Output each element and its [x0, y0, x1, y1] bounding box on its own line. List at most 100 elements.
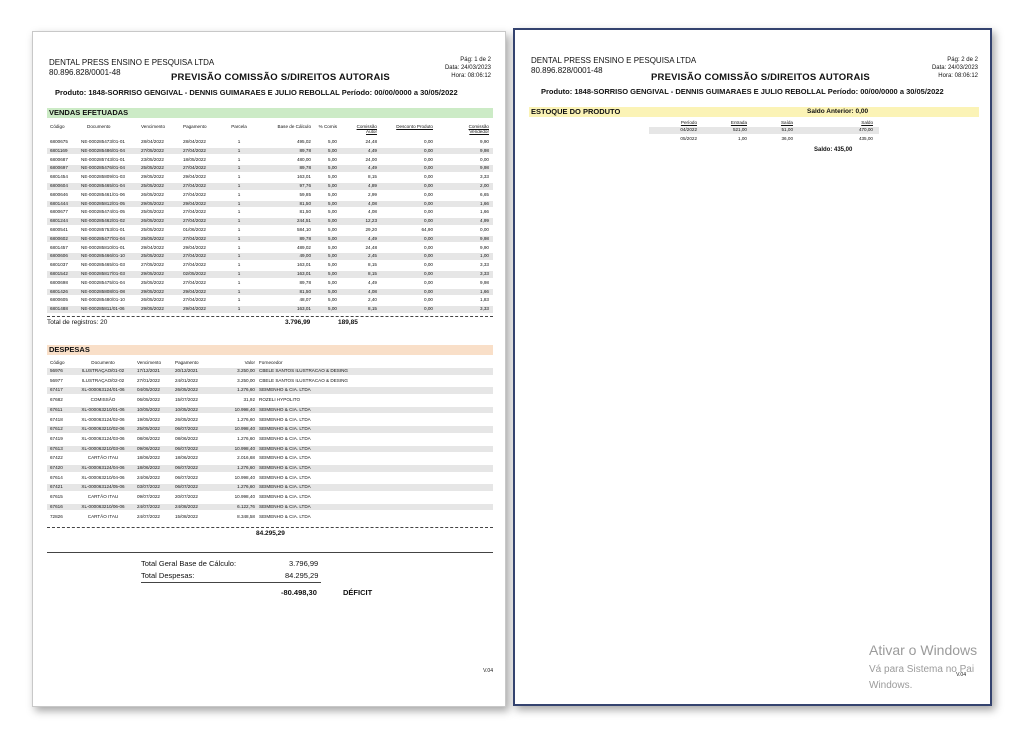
table-cell: 27/04/2022: [183, 183, 206, 188]
table-cell: 20/12/2021: [175, 368, 198, 373]
table-cell: 67613: [50, 445, 63, 451]
table-cell: 31,92: [243, 397, 256, 403]
table-cell: 64,90: [421, 227, 434, 232]
table-cell: NE-000285480/01-10: [81, 297, 125, 303]
table-cell: NE-000285461/01-06: [81, 191, 125, 197]
table-cell: 6800675: [50, 139, 68, 144]
table-cell: 56977: [50, 377, 63, 383]
table-cell: XL-000063210/02-06: [81, 426, 125, 432]
table-row: 6801457 NE-000285810/01-01 29/04/2022 29/04…: [47, 245, 493, 252]
table-cell: SEIMENHO & CIA. LTDA: [259, 474, 311, 480]
table-cell: 163,01: [296, 306, 311, 312]
summary-despesas-label: Total Despesas:: [141, 571, 195, 580]
table-cell: 06/07/2022: [175, 484, 198, 490]
table-cell: 5,00: [328, 174, 337, 180]
table-cell: 8,15: [368, 262, 377, 268]
table-cell: SEIMENHO & CIA. LTDA: [259, 494, 311, 500]
column-header: Fornecedor: [259, 360, 283, 365]
table-cell: 17/12/2021: [137, 368, 160, 373]
table-cell: NE-000285486/01-04: [81, 147, 125, 153]
table-cell: 1: [237, 218, 241, 224]
table-cell: 27/05/2022: [141, 147, 164, 153]
table-row: 6801488 NE-000285811/01-06 29/05/2022 29/04…: [47, 306, 493, 313]
table-cell: 4,49: [368, 235, 377, 241]
table-cell: 28/04/2022: [183, 139, 206, 144]
table-cell: 67616: [50, 503, 63, 509]
table-cell: 27/04/2022: [183, 191, 206, 197]
table-cell: 1.276,60: [237, 416, 255, 422]
table-cell: SEIMENHO & CIA. LTDA: [259, 503, 311, 509]
table-cell: 3.250,00: [237, 368, 255, 373]
table-cell: 1: [237, 183, 241, 188]
table-cell: 6800541: [50, 227, 68, 232]
table-cell: ILUSTRAÇAO/01-02: [81, 368, 125, 373]
company-cnpj: 80.896.828/0001-48: [49, 68, 121, 77]
page-meta: Pág: 1 de 2 Data: 24/03/2023 Hora: 08:06…: [445, 56, 491, 80]
table-row: 67616 XL-000063210/06-06 24/07/2022 24/08/2…: [47, 503, 493, 511]
table-cell: 0,00: [424, 253, 433, 259]
table-cell: 1,83: [480, 297, 489, 303]
table-cell: 6800697: [50, 165, 68, 171]
table-cell: 06/07/2022: [175, 426, 198, 432]
table-row: 67419 XL-000063124/03-06 08/06/2022 08/06/2…: [47, 436, 493, 443]
table-cell: 24,48: [365, 244, 378, 250]
table-cell: 1: [237, 253, 241, 259]
table-cell: XL-000063210/04-06: [81, 474, 125, 480]
table-cell: 8,15: [368, 174, 377, 180]
table-cell: 480,00: [296, 156, 311, 162]
table-cell: 3,33: [480, 174, 489, 180]
table-row: 72826 CARTÃO ITAU 24/07/2022 15/08/2022 8.34…: [47, 514, 493, 521]
table-cell: 489,02: [296, 244, 311, 250]
table-cell: 10.998,40: [234, 474, 255, 480]
column-header: Pagamento: [183, 124, 207, 129]
table-cell: NE-000285809/01-03: [81, 174, 125, 180]
table-cell: 163,01: [296, 174, 311, 180]
table-cell: 67615: [50, 494, 63, 500]
table-cell: 27/01/2022: [137, 377, 160, 383]
table-cell: 521,00: [732, 127, 747, 132]
report-page-1: DENTAL PRESS ENSINO E PESQUISA LTDA 80.8…: [32, 31, 506, 707]
estoque-saldo-final: Saldo: 435,00: [814, 147, 853, 153]
table-cell: 0,00: [480, 227, 489, 232]
table-cell: 29/05/2022: [141, 306, 164, 312]
page-number: Pág: 1 de 2: [460, 57, 491, 63]
watermark-line-2: Vá para Sistema no Pai: [869, 664, 975, 675]
table-cell: 25/05/2022: [141, 279, 164, 285]
page-number: Pág: 2 de 2: [947, 57, 978, 63]
table-cell: 10/05/2022: [137, 406, 160, 412]
table-row: 6800541 NE-000285753/01-01 25/05/2022 01/06…: [47, 227, 493, 234]
table-cell: 244,51: [296, 218, 311, 224]
summary-divider: [47, 552, 493, 553]
table-cell: 29/05/2022: [141, 288, 164, 294]
table-cell: 1: [237, 297, 241, 303]
table-cell: 470,00: [858, 127, 873, 132]
table-cell: 29/05/2022: [141, 200, 164, 206]
table-cell: 2,99: [368, 191, 377, 197]
table-cell: 24/08/2022: [175, 503, 198, 509]
table-cell: 0,00: [424, 209, 433, 215]
table-cell: 3,33: [480, 271, 489, 276]
table-cell: 6801457: [50, 244, 68, 250]
despesas-divider: [47, 527, 493, 528]
table-cell: 29/04/2022: [183, 306, 206, 312]
summary-base-value: 3.796,99: [289, 559, 319, 568]
table-cell: 67420: [50, 465, 63, 470]
table-cell: 48,07: [299, 297, 312, 303]
table-cell: SEIMENHO & CIA. LTDA: [259, 445, 311, 451]
column-header: Código: [50, 124, 65, 129]
table-cell: 0,00: [424, 288, 433, 294]
table-cell: 0,00: [424, 306, 433, 312]
table-cell: 1.276,60: [237, 465, 255, 470]
table-cell: 0,00: [424, 165, 433, 171]
table-cell: SEIMENHO & CIA. LTDA: [259, 426, 311, 432]
table-cell: 5,00: [328, 147, 337, 153]
table-cell: 5,00: [328, 165, 337, 171]
table-cell: 29/05/2022: [141, 271, 164, 276]
report-date: Data: 24/03/2023: [444, 65, 491, 71]
table-cell: 89,78: [299, 165, 312, 171]
vendas-total-comissao: 189,85: [338, 319, 358, 326]
table-cell: 24,00: [365, 156, 378, 162]
table-cell: 1: [237, 200, 241, 206]
table-cell: 5,00: [328, 297, 337, 303]
table-cell: 81,50: [299, 288, 312, 294]
